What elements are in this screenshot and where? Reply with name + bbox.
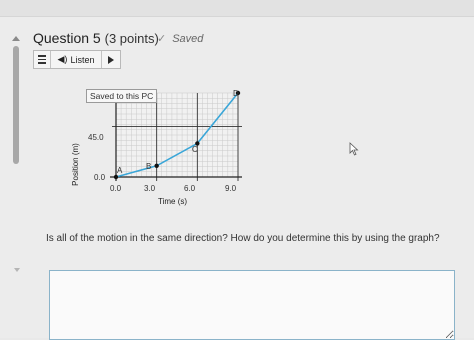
top-strip [0, 0, 474, 17]
y-axis-label: Position (m) [70, 143, 80, 186]
point-label-a: A [117, 166, 123, 175]
checkmark-icon: ✓ [157, 33, 167, 45]
y-tick-label: 45.0 [88, 133, 104, 142]
answer-textarea[interactable] [49, 270, 455, 340]
listen-button[interactable]: ◀) Listen [51, 51, 102, 68]
mouse-cursor-icon [349, 142, 359, 156]
data-point-a [113, 174, 119, 180]
position-time-graph: Saved to this PC 45.0 0.0 0.0 3.0 6.0 9.… [60, 84, 260, 214]
saved-status: ✓ Saved [157, 32, 203, 45]
x-axis-label: Time (s) [158, 197, 188, 206]
point-label-d: D [233, 89, 239, 98]
scroll-up-arrow-icon[interactable] [12, 36, 20, 41]
menu-icon[interactable] [34, 51, 51, 68]
scroll-down-arrow-icon[interactable] [14, 268, 20, 272]
y-tick-label: 0.0 [94, 173, 106, 182]
listen-label: Listen [70, 54, 95, 65]
play-button[interactable] [102, 51, 120, 68]
point-label-c: C [192, 145, 198, 154]
x-tick-label: 3.0 [144, 184, 156, 193]
question-number: Question 5 [33, 30, 101, 46]
point-label-b: B [146, 162, 152, 171]
question-prompt: Is all of the motion in the same directi… [46, 233, 440, 244]
data-point-b [154, 163, 159, 168]
x-tick-label: 0.0 [110, 184, 122, 193]
x-tick-label: 9.0 [225, 184, 237, 193]
question-title: Question 5 (3 points) [33, 30, 159, 46]
speaker-icon: ◀) [57, 54, 68, 64]
x-tick-label: 6.0 [184, 184, 196, 193]
read-aloud-toolbar: ◀) Listen [33, 50, 121, 69]
graph-svg [110, 90, 242, 181]
saved-label: Saved [172, 33, 204, 45]
quiz-page: Question 5 (3 points) ✓ Saved ◀) Listen S… [0, 0, 474, 340]
scrollbar-thumb[interactable] [13, 46, 19, 164]
play-icon [108, 55, 114, 64]
question-points: (3 points) [104, 31, 159, 46]
saved-to-pc-tooltip: Saved to this PC [86, 89, 158, 103]
